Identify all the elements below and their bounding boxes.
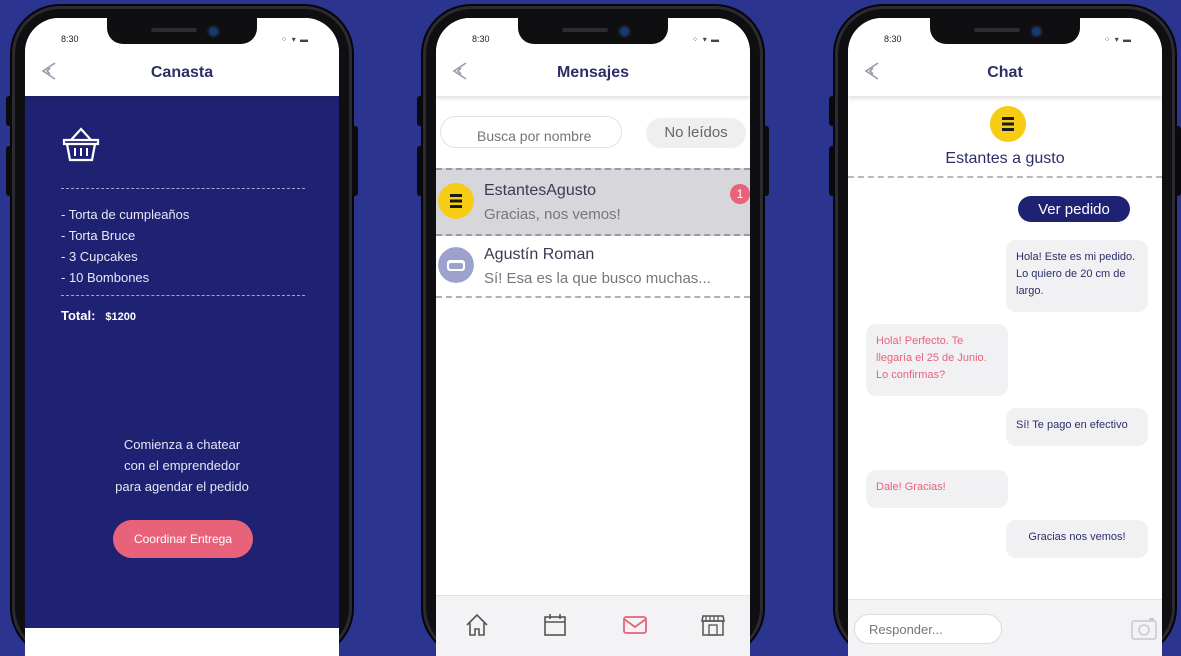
message-bubble-sent: Sí! Te pago en efectivo	[1006, 408, 1148, 446]
screen-chat: 8:30 ⁘ ▾ ▬ Chat Estantes a gusto Ver ped…	[848, 18, 1162, 656]
status-icons: ⁘ ▾ ▬	[691, 35, 720, 44]
volume-up-button	[6, 146, 12, 196]
conversation-preview: Sí! Esa es la que busco muchas...	[484, 270, 711, 287]
cart-item: - 3 Cupcakes	[61, 249, 138, 264]
store-icon[interactable]	[698, 610, 728, 640]
phone-cart: 8:30 ⁘ ▾ ▬ Canasta - Torta de cumpleaños…	[6, 6, 358, 656]
mute-switch	[6, 96, 12, 126]
store-logo-icon	[438, 183, 474, 219]
divider	[61, 188, 305, 189]
notch	[518, 18, 668, 44]
status-icons: ⁘ ▾ ▬	[280, 35, 309, 44]
message-bubble-received: Hola! Perfecto. Te llegaría el 25 de Jun…	[866, 324, 1008, 396]
messages-panel: No leídos EstantesAgusto Gracias, nos ve…	[436, 96, 750, 656]
conversation-preview: Gracias, nos vemos!	[484, 206, 621, 223]
chat-prompt-line: Comienza a chatear	[123, 437, 241, 452]
view-order-button[interactable]: Ver pedido	[1018, 196, 1130, 222]
reply-input[interactable]	[854, 614, 1002, 644]
divider	[848, 176, 1162, 178]
reply-bar	[848, 599, 1162, 656]
cart-item: - Torta Bruce	[61, 228, 136, 243]
conversation-item[interactable]: Agustín Roman Sí! Esa es la que busco mu…	[436, 234, 750, 298]
unread-badge: 1	[730, 184, 750, 204]
coordinate-delivery-button[interactable]: Coordinar Entrega	[113, 520, 253, 558]
divider	[436, 296, 750, 298]
message-bubble-sent: Hola! Este es mi pedido. Lo quiero de 20…	[1006, 240, 1148, 312]
bottom-tab-bar	[436, 595, 750, 656]
chat-panel: Estantes a gusto Ver pedido Hola! Este e…	[848, 96, 1162, 656]
total-value: $1200	[105, 311, 137, 323]
notch	[107, 18, 257, 44]
conversation-name: EstantesAgusto	[484, 182, 597, 199]
user-avatar	[438, 247, 474, 283]
total-label: Total:	[61, 308, 96, 323]
power-button	[1175, 126, 1181, 196]
volume-up-button	[417, 146, 423, 196]
page-title: Canasta	[150, 64, 214, 81]
cart-items: - Torta de cumpleaños - Torta Bruce - 3 …	[61, 204, 189, 288]
unread-filter-button[interactable]: No leídos	[646, 118, 746, 148]
chat-prompt-line: para agendar el pedido	[115, 479, 249, 494]
power-button	[352, 126, 358, 196]
conversation-item[interactable]: EstantesAgusto Gracias, nos vemos! 1	[436, 168, 750, 236]
store-logo-icon	[990, 106, 1026, 142]
message-bubble-received: Dale! Gracias!	[866, 470, 1008, 508]
volume-up-button	[829, 146, 835, 196]
mail-icon[interactable]	[620, 610, 650, 640]
power-button	[763, 126, 769, 196]
phone-chat: 8:30 ⁘ ▾ ▬ Chat Estantes a gusto Ver ped…	[829, 6, 1181, 656]
divider	[61, 295, 305, 296]
total-row: Total: $1200	[61, 308, 136, 323]
status-time: 8:30	[472, 34, 490, 44]
mute-switch	[417, 96, 423, 126]
message-bubble-sent: Gracias nos vemos!	[1006, 520, 1148, 558]
chat-prompt-line: con el emprendedor	[124, 458, 240, 473]
calendar-icon[interactable]	[540, 610, 570, 640]
cart-item: - Torta de cumpleaños	[61, 207, 190, 222]
store-name: Estantes a gusto	[945, 150, 1065, 167]
screen-messages: 8:30 ⁘ ▾ ▬ Mensajes No leídos EstantesAg…	[436, 18, 750, 656]
page-title: Mensajes	[556, 64, 630, 81]
camera-icon[interactable]	[1130, 616, 1158, 642]
mute-switch	[829, 96, 835, 126]
status-icons: ⁘ ▾ ▬	[1103, 35, 1132, 44]
conversation-name: Agustín Roman	[484, 246, 595, 263]
notch	[930, 18, 1080, 44]
status-time: 8:30	[61, 34, 79, 44]
chat-prompt: Comienza a chatear con el emprendedor pa…	[25, 434, 339, 497]
search-input[interactable]	[440, 116, 622, 148]
screen-cart: 8:30 ⁘ ▾ ▬ Canasta - Torta de cumpleaños…	[25, 18, 339, 656]
page-title: Chat	[987, 64, 1023, 81]
cart-item: - 10 Bombones	[61, 270, 150, 285]
phone-messages: 8:30 ⁘ ▾ ▬ Mensajes No leídos EstantesAg…	[417, 6, 769, 656]
status-time: 8:30	[884, 34, 902, 44]
bottom-strip	[25, 628, 339, 656]
basket-icon	[62, 127, 100, 162]
cart-panel: - Torta de cumpleaños - Torta Bruce - 3 …	[25, 96, 339, 628]
home-icon[interactable]	[462, 610, 492, 640]
